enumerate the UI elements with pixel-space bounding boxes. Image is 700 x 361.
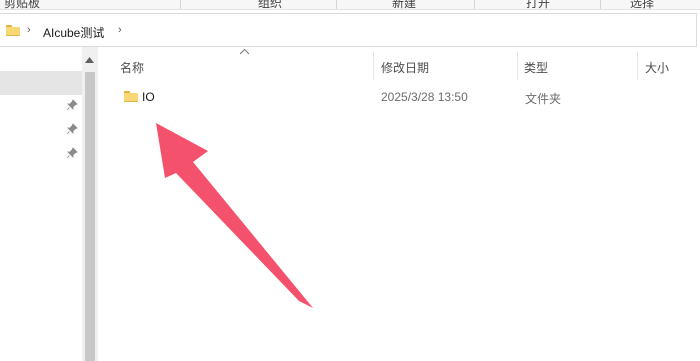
column-divider[interactable] [517,52,518,80]
ribbon-open[interactable]: 打开 [526,0,550,11]
column-header-name[interactable]: 名称 [120,59,144,76]
scrollbar-thumb[interactable] [85,72,95,361]
sort-ascending-icon [239,47,250,58]
ribbon-divider [180,0,181,9]
file-type: 文件夹 [525,92,562,106]
annotation-arrow-shape [156,123,313,308]
ribbon-divider [600,0,601,9]
column-headers: 名称 修改日期 类型 大小 [100,47,700,83]
ribbon-new[interactable]: 新建 [392,0,416,11]
file-modified-date: 2025/3/28 13:50 [381,90,468,104]
pin-icon[interactable] [66,123,78,135]
nav-selected-item[interactable] [0,71,82,95]
breadcrumb-current-folder[interactable]: AIcube测试 [43,24,104,41]
column-header-type[interactable]: 类型 [524,59,548,76]
ribbon-clipboard[interactable]: 剪贴板 [4,0,40,11]
ribbon-organize[interactable]: 组织 [258,0,282,11]
address-bar[interactable]: › AIcube测试 › [0,13,697,47]
navigation-pane [0,47,82,361]
breadcrumb-separator-icon[interactable]: › [27,25,31,36]
navigation-scrollbar[interactable] [82,47,98,361]
scroll-up-icon[interactable] [85,55,94,65]
column-divider[interactable] [373,52,374,80]
pin-icon[interactable] [66,99,78,111]
column-divider[interactable] [637,52,638,80]
ribbon-divider [474,0,475,9]
ribbon-select[interactable]: 选择 [630,0,654,11]
ribbon-strip: 剪贴板 组织 新建 打开 选择 [0,0,700,10]
file-name[interactable]: IO [142,90,155,104]
list-item[interactable]: IO 2025/3/28 13:50 文件夹 [100,85,700,109]
pin-icon[interactable] [66,147,78,159]
folder-icon [6,25,20,36]
column-header-size[interactable]: 大小 [645,59,669,76]
breadcrumb-chevron-icon[interactable]: › [118,25,122,36]
ribbon-divider [336,0,337,9]
folder-icon [124,91,138,102]
column-header-modified[interactable]: 修改日期 [381,59,429,76]
